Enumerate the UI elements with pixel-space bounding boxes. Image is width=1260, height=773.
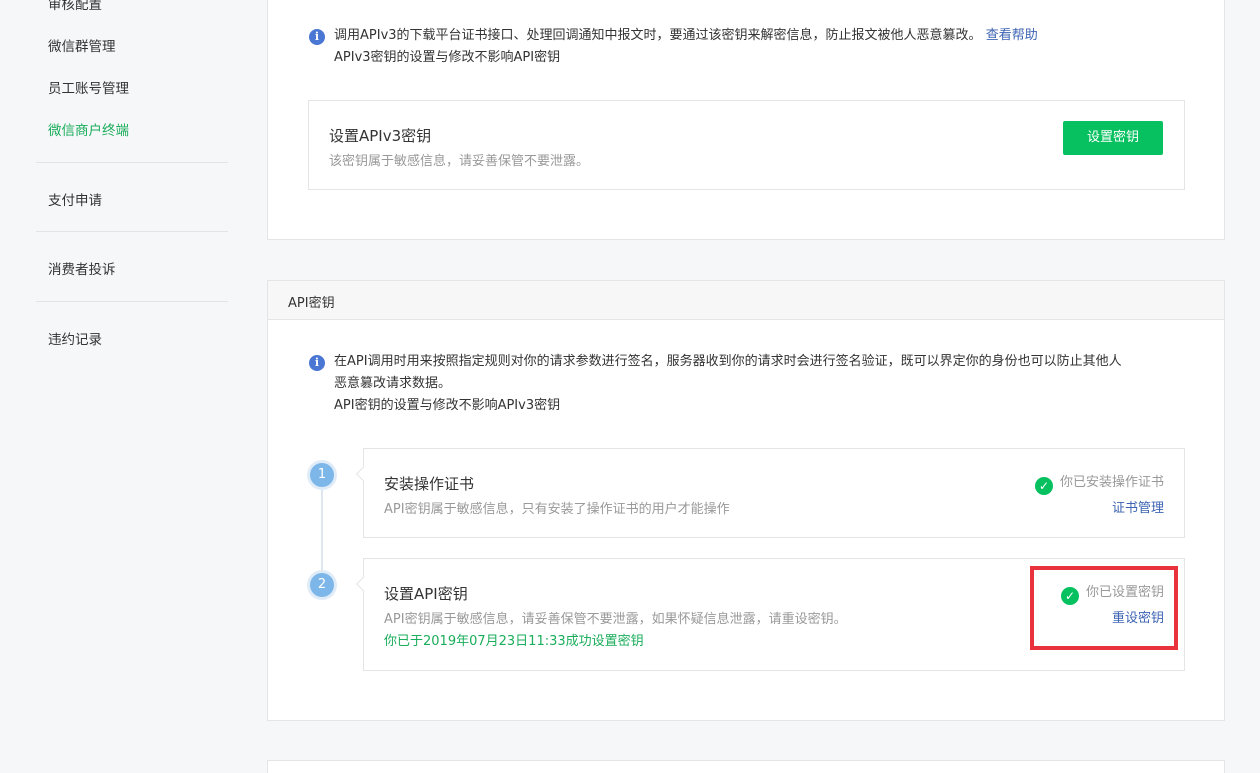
api-key-panel: API密钥 i 在API调用时用来按照指定规则对你的请求参数进行签名，服务器收到… [267,280,1225,721]
step-1-desc: API密钥属于敏感信息，只有安装了操作证书的用户才能操作 [384,502,730,517]
card-arrow [355,576,371,592]
api-key-info-line1: 在API调用时用来按照指定规则对你的请求参数进行签名，服务器收到你的请求时会进行… [334,354,1122,369]
card-arrow [355,466,371,482]
apiv3-info-text: 调用APIv3的下载平台证书接口、处理回调通知中报文时，要通过该密钥来解密信息，… [334,28,982,43]
step-2-title: 设置API密钥 [384,585,468,603]
api-key-info-line2: 恶意篡改请求数据。 [334,376,452,391]
step-connector [321,474,323,584]
sidebar-item-wechat-group[interactable]: 微信群管理 [48,35,116,55]
step-1-status: ✓ 你已安装操作证书 [1034,471,1164,495]
apiv3-card: 设置APIv3密钥 该密钥属于敏感信息，请妥善保管不要泄露。 设置密钥 [308,100,1185,190]
check-circle-icon: ✓ [1034,477,1053,495]
apiv3-card-desc: 该密钥属于敏感信息，请妥善保管不要泄露。 [329,154,590,169]
api-key-panel-title: API密钥 [288,296,335,311]
api-key-info-note: API密钥的设置与修改不影响APIv3密钥 [334,398,561,413]
step-2-success-text: 你已于2019年07月23日11:33成功设置密钥 [384,634,644,649]
next-panel [267,760,1225,773]
apiv3-panel: i 调用APIv3的下载平台证书接口、处理回调通知中报文时，要通过该密钥来解密信… [267,0,1225,240]
sidebar-item-consumer-complaint[interactable]: 消费者投诉 [48,258,116,278]
step-1-title: 安装操作证书 [384,475,475,493]
sidebar-divider [36,301,228,302]
sidebar-item-violation-record[interactable]: 违约记录 [48,328,102,348]
step-2-badge: 2 [310,573,334,597]
sidebar-divider [36,162,228,163]
step-1-status-text: 你已安装操作证书 [1059,475,1164,490]
info-icon: i [309,355,325,371]
help-link[interactable]: 查看帮助 [986,28,1038,43]
step-1-badge: 1 [310,463,334,487]
apiv3-info: 调用APIv3的下载平台证书接口、处理回调通知中报文时，要通过该密钥来解密信息，… [334,25,1204,69]
step-1-card: 安装操作证书 API密钥属于敏感信息，只有安装了操作证书的用户才能操作 ✓ 你已安… [355,448,1185,538]
sidebar-item-merchant-terminal[interactable]: 微信商户终端 [48,119,129,139]
sidebar-divider [36,231,228,232]
api-key-panel-header: API密钥 [268,281,1224,320]
step-2-desc: API密钥属于敏感信息，请妥善保管不要泄露，如果怀疑信息泄露，请重设密钥。 [384,612,847,627]
info-icon: i [309,29,325,45]
sidebar-item-review-config[interactable]: 审核配置 [48,0,102,13]
highlight-box [1030,566,1178,650]
apiv3-card-title: 设置APIv3密钥 [329,127,432,145]
sidebar-item-payment-apply[interactable]: 支付申请 [48,189,102,209]
sidebar-item-staff-account[interactable]: 员工账号管理 [48,77,129,97]
api-key-info: 在API调用时用来按照指定规则对你的请求参数进行签名，服务器收到你的请求时会进行… [334,351,1209,417]
sidebar: 审核配置 微信群管理 员工账号管理 微信商户终端 支付申请 消费者投诉 违约记录 [0,0,228,773]
apiv3-info-note: APIv3密钥的设置与修改不影响API密钥 [334,50,561,65]
cert-management-link[interactable]: 证书管理 [1112,497,1164,516]
set-apiv3-key-button[interactable]: 设置密钥 [1063,121,1163,155]
